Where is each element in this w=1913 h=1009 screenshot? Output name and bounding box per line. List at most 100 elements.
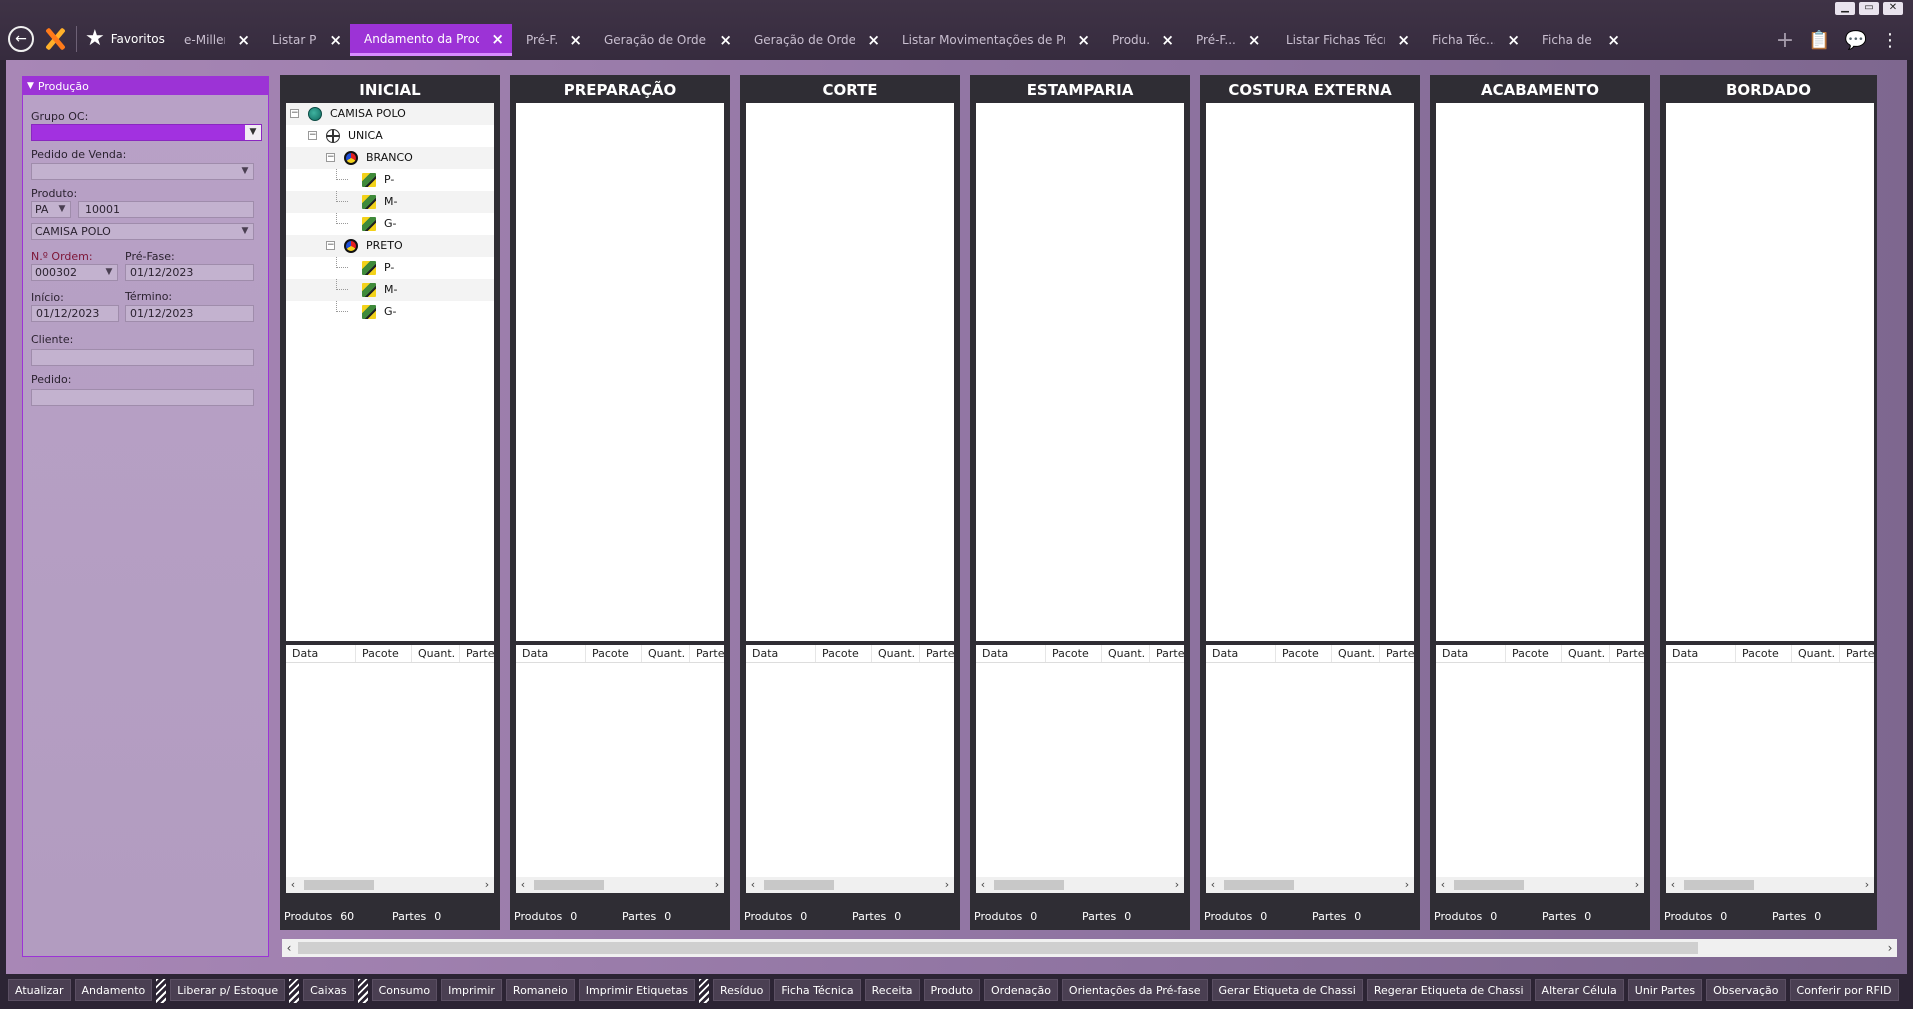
tab-0[interactable]: e-Millenni... × <box>170 24 258 56</box>
toolbar-button[interactable]: Observação <box>1706 979 1786 1001</box>
toolbar-button[interactable]: Unir Partes <box>1627 979 1703 1001</box>
product-tree[interactable] <box>976 103 1184 641</box>
scroll-left-icon[interactable]: ‹ <box>1666 877 1680 893</box>
grid-header-3[interactable]: Parte <box>1150 645 1184 662</box>
grupo-oc-select[interactable]: ▼ <box>31 124 262 141</box>
package-grid[interactable]: Data Pacote Quant. Parte ‹ › <box>516 645 724 893</box>
grid-scrollbar[interactable]: ‹ › <box>976 877 1184 893</box>
scroll-left-icon[interactable]: ‹ <box>1436 877 1450 893</box>
grid-header-1[interactable]: Pacote <box>586 645 642 662</box>
chevron-down-icon[interactable]: ▼ <box>101 265 117 280</box>
favorites-label[interactable]: Favoritos <box>111 32 165 46</box>
star-icon[interactable]: ★ <box>85 28 105 50</box>
tree-node[interactable]: − BRANCO <box>286 147 494 169</box>
scroll-left-icon[interactable]: ‹ <box>746 877 760 893</box>
toolbar-button[interactable]: Liberar p/ Estoque <box>170 979 286 1001</box>
grid-scrollbar[interactable]: ‹ › <box>1666 877 1874 893</box>
tree-node[interactable]: − UNICA <box>286 125 494 147</box>
grid-scrollbar[interactable]: ‹ › <box>516 877 724 893</box>
ordem-select[interactable]: 000302 ▼ <box>31 264 118 281</box>
product-tree[interactable] <box>1206 103 1414 641</box>
toolbar-button[interactable]: Alterar Célula <box>1534 979 1624 1001</box>
grid-header-2[interactable]: Quant. <box>1102 645 1150 662</box>
product-tree[interactable] <box>746 103 954 641</box>
prefase-input[interactable]: 01/12/2023 <box>125 264 254 281</box>
product-tree[interactable]: − CAMISA POLO − UNICA − BRANCO P- M- G- − PRETO P- M… <box>286 103 494 641</box>
tree-node[interactable]: P- <box>286 169 494 191</box>
add-tab-icon[interactable]: + <box>1776 28 1794 53</box>
close-icon[interactable]: × <box>719 31 732 49</box>
toolbar-button[interactable]: Caixas <box>303 979 354 1001</box>
grid-header-3[interactable]: Parte <box>460 645 494 662</box>
toolbar-button[interactable]: Imprimir <box>441 979 502 1001</box>
grid-header-2[interactable]: Quant. <box>1332 645 1380 662</box>
clipboard-icon[interactable]: 📋 <box>1808 30 1830 51</box>
tree-node[interactable]: M- <box>286 191 494 213</box>
toolbar-grip[interactable] <box>156 979 167 1003</box>
tab-5[interactable]: Geração de Ordem de... × <box>740 24 888 56</box>
more-vert-icon[interactable]: ⋮ <box>1881 30 1899 51</box>
package-grid[interactable]: Data Pacote Quant. Parte ‹ › <box>1436 645 1644 893</box>
grid-header-0[interactable]: Data <box>286 645 356 662</box>
grid-header-0[interactable]: Data <box>1206 645 1276 662</box>
tree-node[interactable]: G- <box>286 301 494 323</box>
product-tree[interactable] <box>516 103 724 641</box>
toolbar-button[interactable]: Ordenação <box>983 979 1058 1001</box>
scroll-right-icon[interactable]: › <box>940 877 954 893</box>
produto-nome-select[interactable]: CAMISA POLO ▼ <box>31 223 254 240</box>
close-icon[interactable]: × <box>491 30 504 48</box>
toolbar-button[interactable]: Consumo <box>371 979 438 1001</box>
close-icon[interactable]: × <box>1507 31 1520 49</box>
scrollbar-thumb[interactable] <box>1224 880 1294 890</box>
toolbar-grip[interactable] <box>289 979 300 1003</box>
tab-1[interactable]: Listar Pré-F... × <box>258 24 350 56</box>
inicio-input[interactable]: 01/12/2023 <box>31 305 119 322</box>
tab-6[interactable]: Listar Movimentações de Pro... × <box>888 24 1098 56</box>
cliente-input[interactable] <box>31 349 254 366</box>
grid-header-2[interactable]: Quant. <box>1562 645 1610 662</box>
scroll-right-icon[interactable]: › <box>1400 877 1414 893</box>
tree-node[interactable]: G- <box>286 213 494 235</box>
horizontal-scrollbar[interactable]: ‹ › <box>282 939 1897 957</box>
scrollbar-thumb[interactable] <box>304 880 374 890</box>
close-window-icon[interactable]: ✕ <box>1883 2 1903 15</box>
logo-icon[interactable] <box>44 28 66 50</box>
chevron-down-icon[interactable]: ▼ <box>237 164 253 179</box>
scroll-right-icon[interactable]: › <box>1170 877 1184 893</box>
tab-8[interactable]: Pré-F... × <box>1182 24 1272 56</box>
grid-header-1[interactable]: Pacote <box>356 645 412 662</box>
grid-header-1[interactable]: Pacote <box>1506 645 1562 662</box>
scrollbar-thumb[interactable] <box>764 880 834 890</box>
grid-header-3[interactable]: Parte <box>1610 645 1644 662</box>
scroll-left-icon[interactable]: ‹ <box>286 877 300 893</box>
package-grid[interactable]: Data Pacote Quant. Parte ‹ › <box>976 645 1184 893</box>
grid-header-2[interactable]: Quant. <box>872 645 920 662</box>
toolbar-button[interactable]: Regerar Etiqueta de Chassi <box>1366 979 1531 1001</box>
product-tree[interactable] <box>1436 103 1644 641</box>
product-tree[interactable] <box>1666 103 1874 641</box>
scrollbar-thumb[interactable] <box>1684 880 1754 890</box>
grid-header-0[interactable]: Data <box>1666 645 1736 662</box>
package-grid[interactable]: Data Pacote Quant. Parte ‹ › <box>286 645 494 893</box>
grid-header-0[interactable]: Data <box>516 645 586 662</box>
tab-2[interactable]: Andamento da Prod... × <box>350 24 512 56</box>
grid-scrollbar[interactable]: ‹ › <box>1436 877 1644 893</box>
tree-node[interactable]: P- <box>286 257 494 279</box>
scrollbar-thumb[interactable] <box>534 880 604 890</box>
grid-scrollbar[interactable]: ‹ › <box>746 877 954 893</box>
grid-header-1[interactable]: Pacote <box>816 645 872 662</box>
grid-header-1[interactable]: Pacote <box>1736 645 1792 662</box>
scroll-right-icon[interactable]: › <box>1860 877 1874 893</box>
collapse-icon[interactable]: − <box>326 241 335 250</box>
close-icon[interactable]: × <box>1077 31 1090 49</box>
produto-codigo-input[interactable]: 10001 <box>78 201 254 218</box>
collapse-icon[interactable]: − <box>326 153 335 162</box>
toolbar-button[interactable]: Ficha Técnica <box>774 979 861 1001</box>
toolbar-button[interactable]: Imprimir Etiquetas <box>578 979 695 1001</box>
scroll-right-icon[interactable]: › <box>1883 939 1897 957</box>
toolbar-button[interactable]: Receita <box>864 979 920 1001</box>
grid-header-2[interactable]: Quant. <box>1792 645 1840 662</box>
toolbar-button[interactable]: Resíduo <box>712 979 771 1001</box>
tab-3[interactable]: Pré-F... × <box>512 24 590 56</box>
toolbar-button[interactable]: Conferir por RFID <box>1789 979 1899 1001</box>
